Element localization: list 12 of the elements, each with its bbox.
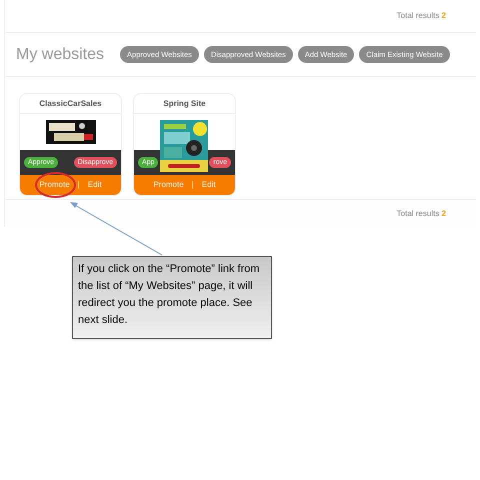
total-results: Total results 2: [396, 10, 446, 22]
promote-link[interactable]: Promote: [153, 179, 184, 191]
separator: |: [192, 179, 194, 191]
edit-link[interactable]: Edit: [88, 179, 102, 191]
separator: |: [78, 179, 80, 191]
promote-link[interactable]: Promote: [39, 179, 70, 191]
total-results: Total results 2: [396, 208, 446, 220]
callout-text: If you click on the “Promote” link from the list of “My Websites” page, it will redirect you the promote place. See next slide.: [78, 262, 261, 328]
page-title: My websites: [16, 44, 104, 64]
site-name: Spring Site: [163, 98, 206, 110]
site-name: ClassicCarSales: [39, 98, 102, 110]
edit-link[interactable]: Edit: [202, 179, 216, 191]
